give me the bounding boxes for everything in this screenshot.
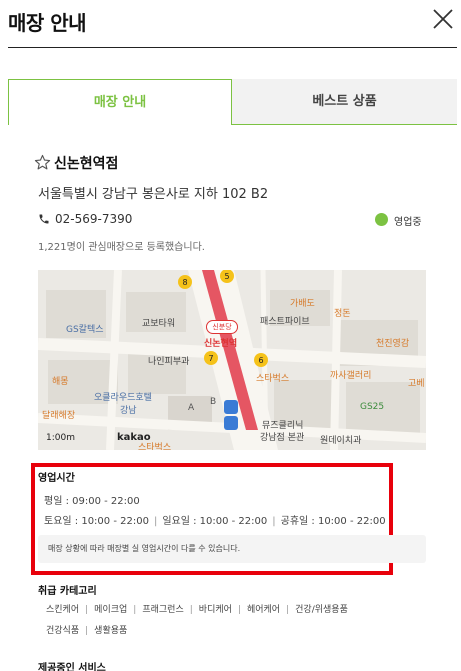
map-label: 까사갤러리 bbox=[330, 371, 372, 381]
map-label: 가배도 bbox=[290, 299, 315, 309]
map-label: 고베 bbox=[408, 379, 425, 389]
status-badge: 영업중 bbox=[394, 217, 422, 228]
hours-notice: 매장 상황에 따라 매장별 실 영업시간이 다를 수 있습니다. bbox=[38, 535, 426, 563]
hours-weekday: 평일 : 09:00 - 22:00 bbox=[44, 496, 140, 507]
store-address: 서울특별시 강남구 봉은사로 지하 102 B2 bbox=[38, 187, 269, 202]
tab-bar: 매장 안내 베스트 상품 bbox=[8, 79, 457, 125]
map-label: 원데이치과 bbox=[320, 436, 362, 446]
page-title: 매장 안내 bbox=[8, 11, 87, 35]
map-label: 교보타워 bbox=[142, 319, 176, 329]
hours-title: 영업시간 bbox=[38, 473, 75, 484]
header: 매장 안내 bbox=[0, 0, 461, 48]
hours-notice-text: 매장 상황에 따라 매장별 실 영업시간이 다를 수 있습니다. bbox=[48, 544, 241, 553]
map-station-label: 신논현역 bbox=[204, 339, 238, 349]
divider: | bbox=[133, 605, 137, 615]
close-icon[interactable] bbox=[430, 6, 456, 32]
svg-text:7: 7 bbox=[208, 354, 213, 363]
category-item: 메이크업 bbox=[94, 605, 128, 615]
category-list: 건강식품 | 생활용품 bbox=[46, 623, 127, 636]
station-badge: 신분당 bbox=[206, 320, 238, 334]
category-title: 취급 카테고리 bbox=[38, 586, 97, 597]
store-name: 신논현역점 bbox=[54, 156, 119, 172]
map-label: GS칼텍스 bbox=[66, 325, 104, 335]
map-label: 오클라우드호텔 bbox=[94, 393, 152, 403]
map-label: 달래해장 bbox=[42, 411, 76, 421]
map-label: 패스트파이브 bbox=[260, 317, 310, 327]
map-label: 스타벅스 bbox=[256, 374, 290, 384]
map-label: 정돈 bbox=[334, 309, 351, 319]
category-list: 스킨케어 | 메이크업 | 프래그런스 | 바디케어 | 헤어케어 | 건강/위생용품 bbox=[46, 602, 348, 615]
category-item: 헤어케어 bbox=[246, 605, 281, 615]
favorite-count: 1,221명이 관심매장으로 등록했습니다. bbox=[38, 242, 205, 253]
store-map[interactable]: 8 5 7 6 A B 신분당 GS칼텍스 교보타워 패스트파이브 가배도 정돈… bbox=[38, 270, 426, 450]
services-title: 제공중인 서비스 bbox=[38, 663, 106, 671]
phone-number[interactable]: 02-569-7390 bbox=[55, 212, 132, 226]
svg-text:8: 8 bbox=[182, 278, 187, 287]
category-item: 바디케어 bbox=[198, 605, 232, 615]
tab-store-info[interactable]: 매장 안내 bbox=[8, 79, 232, 125]
hours-weekend-row: 토요일 : 10:00 - 22:00 | 일요일 : 10:00 - 22:00 |… bbox=[44, 512, 386, 527]
divider: | bbox=[272, 516, 276, 527]
map-label: 강남점 본관 bbox=[260, 433, 305, 443]
svg-text:A: A bbox=[188, 403, 195, 413]
category-item: 건강식품 bbox=[46, 626, 80, 636]
header-divider bbox=[8, 47, 457, 48]
tab-best-products[interactable]: 베스트 상품 bbox=[232, 79, 457, 125]
category-item: 건강/위생용품 bbox=[295, 605, 348, 615]
map-brand-logo: kakao bbox=[117, 432, 151, 443]
divider: | bbox=[85, 626, 89, 636]
status-indicator bbox=[375, 213, 388, 226]
hours-holiday: 공휴일 : 10:00 - 22:00 bbox=[280, 516, 386, 527]
divider: | bbox=[237, 605, 241, 615]
map-label: 천진영감 bbox=[376, 339, 410, 349]
map-background: 8 5 7 6 A B bbox=[38, 270, 426, 450]
phone-icon bbox=[39, 214, 49, 224]
svg-text:5: 5 bbox=[224, 272, 229, 281]
category-item: 스킨케어 bbox=[46, 605, 80, 615]
map-label: 해몽 bbox=[52, 377, 69, 387]
hours-sunday: 일요일 : 10:00 - 22:00 bbox=[162, 516, 268, 527]
svg-text:6: 6 bbox=[258, 356, 263, 365]
map-label: GS25 bbox=[360, 402, 385, 412]
svg-text:B: B bbox=[210, 397, 216, 407]
map-label: 나인피부과 bbox=[148, 357, 190, 367]
divider: | bbox=[189, 605, 193, 615]
divider: | bbox=[85, 605, 89, 615]
category-item: 프래그런스 bbox=[142, 605, 184, 615]
divider: | bbox=[153, 516, 158, 527]
divider: | bbox=[286, 605, 290, 615]
hours-saturday: 토요일 : 10:00 - 22:00 bbox=[44, 516, 149, 527]
star-icon[interactable] bbox=[34, 154, 51, 171]
map-label: 강남 bbox=[120, 406, 137, 416]
map-scale: 1:00m bbox=[46, 433, 75, 443]
category-item: 생활용품 bbox=[94, 626, 128, 636]
